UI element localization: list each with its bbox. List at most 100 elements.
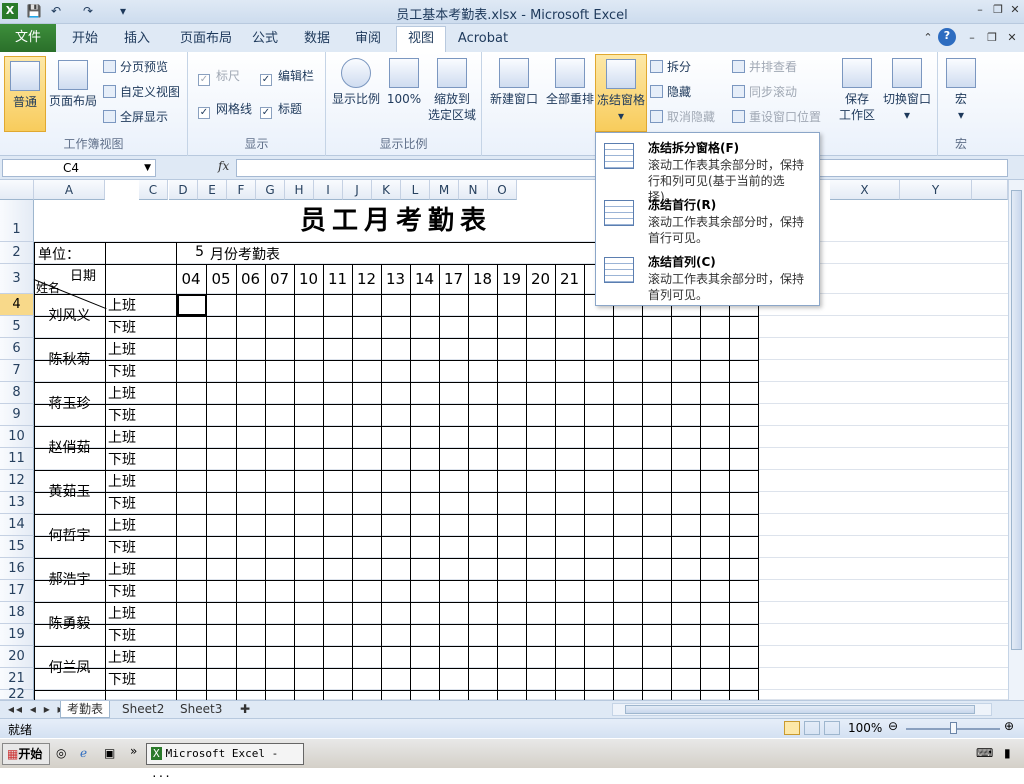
row-header-20[interactable]: 20 <box>0 646 34 668</box>
tab-data[interactable]: 数据 <box>295 29 339 52</box>
close-icon[interactable]: ✕ <box>1007 2 1023 18</box>
browser-icon[interactable]: ℯ <box>80 746 87 760</box>
zoom-100-button[interactable]: 100% <box>384 58 424 107</box>
zoom-level[interactable]: 100% <box>848 721 882 735</box>
horizontal-scroll-thumb[interactable] <box>625 705 975 714</box>
row-header-15[interactable]: 15 <box>0 536 34 558</box>
insert-sheet-icon[interactable]: ✚ <box>234 701 256 718</box>
row-header-13[interactable]: 13 <box>0 492 34 514</box>
zoom-selection-button[interactable]: 缩放到 选定区域 <box>424 58 480 123</box>
row-header-16[interactable]: 16 <box>0 558 34 580</box>
row-header-8[interactable]: 8 <box>0 382 34 404</box>
column-header-o[interactable]: O <box>488 180 517 200</box>
save-workspace-button[interactable]: 保存 工作区 <box>832 58 882 123</box>
unhide-button[interactable]: 取消隐藏 <box>650 108 715 126</box>
custom-views-button[interactable]: 自定义视图 <box>103 83 180 101</box>
tab-home[interactable]: 开始 <box>60 29 110 52</box>
full-screen-button[interactable]: 全屏显示 <box>103 108 168 126</box>
freeze-top-row-menu-item[interactable]: 冻结首行(R) 滚动工作表其余部分时，保持首行可见。 <box>596 192 819 249</box>
row-header-3[interactable]: 3 <box>0 264 34 294</box>
tab-acrobat[interactable]: Acrobat <box>452 29 514 52</box>
row-header-22[interactable]: 22 <box>0 688 34 700</box>
column-header-c[interactable]: C <box>139 180 168 200</box>
split-button[interactable]: 拆分 <box>650 58 691 76</box>
vertical-scrollbar[interactable] <box>1008 180 1024 700</box>
ie-icon[interactable]: ◎ <box>56 746 66 760</box>
row-header-2[interactable]: 2 <box>0 242 34 264</box>
row-header-9[interactable]: 9 <box>0 404 34 426</box>
gridlines-checkbox[interactable]: ✓ 网格线 <box>198 100 252 119</box>
formula-bar-checkbox[interactable]: ✓ 编辑栏 <box>260 67 314 86</box>
side-by-side-button[interactable]: 并排查看 <box>732 58 797 76</box>
page-break-preview-button[interactable]: 分页预览 <box>103 58 168 76</box>
row-header-5[interactable]: 5 <box>0 316 34 338</box>
zoom-out-icon[interactable]: ⊖ <box>888 719 898 733</box>
reset-position-button[interactable]: 重设窗口位置 <box>732 108 821 126</box>
row-header-12[interactable]: 12 <box>0 470 34 492</box>
column-header-n[interactable]: N <box>459 180 488 200</box>
headings-checkbox[interactable]: ✓ 标题 <box>260 100 302 119</box>
minimize-icon[interactable]: – <box>972 2 988 18</box>
column-header-l[interactable]: L <box>401 180 430 200</box>
tab-page-layout[interactable]: 页面布局 <box>168 29 244 52</box>
freeze-panes-button[interactable]: 冻结窗格 ▾ <box>595 54 647 132</box>
row-header-10[interactable]: 10 <box>0 426 34 448</box>
row-header-17[interactable]: 17 <box>0 580 34 602</box>
select-all-corner[interactable] <box>0 180 34 200</box>
taskbar-excel-item[interactable]: X Microsoft Excel - ... <box>146 743 304 780</box>
zoom-in-icon[interactable]: ⊕ <box>1004 719 1014 733</box>
tray-icon[interactable]: ▮ <box>1004 746 1011 760</box>
name-box-dropdown-icon[interactable]: ▼ <box>144 160 151 176</box>
tab-view[interactable]: 视图 <box>396 26 446 52</box>
collapse-ribbon-icon[interactable]: ⌃ <box>920 30 936 46</box>
page-layout-status-icon[interactable] <box>804 721 820 735</box>
freeze-panes-menu-item[interactable]: 冻结拆分窗格(F) 滚动工作表其余部分时，保持行和列可见(基于当前的选择)。 <box>596 135 819 204</box>
column-header-y[interactable]: Y <box>900 180 972 200</box>
tab-file[interactable]: 文件 <box>0 24 56 52</box>
switch-windows-button[interactable]: 切换窗口 ▾ <box>880 58 934 123</box>
row-header-7[interactable]: 7 <box>0 360 34 382</box>
wb-restore-icon[interactable]: ❐ <box>984 30 1000 46</box>
hide-button[interactable]: 隐藏 <box>650 83 691 101</box>
column-header-j[interactable]: J <box>343 180 372 200</box>
column-header-d[interactable]: D <box>169 180 198 200</box>
wb-close-icon[interactable]: ✕ <box>1004 30 1020 46</box>
column-header-h[interactable]: H <box>285 180 314 200</box>
normal-view-button[interactable]: 普通 <box>4 56 46 132</box>
tab-review[interactable]: 审阅 <box>346 29 390 52</box>
column-header-g[interactable]: G <box>256 180 285 200</box>
selected-cell-c4[interactable] <box>177 294 207 316</box>
sheet-tab-attendance[interactable]: 考勤表 <box>60 701 111 718</box>
insert-function-icon[interactable]: fx <box>218 159 229 173</box>
sheet-tab-sheet2[interactable]: Sheet2 <box>116 701 170 718</box>
row-header-4[interactable]: 4 <box>0 294 34 316</box>
ruler-checkbox[interactable]: ✓ 标尺 <box>198 67 240 86</box>
wb-minimize-icon[interactable]: – <box>964 30 980 46</box>
row-header-6[interactable]: 6 <box>0 338 34 360</box>
help-icon[interactable]: ? <box>938 28 956 46</box>
page-layout-view-button[interactable]: 页面布局 <box>48 60 98 109</box>
column-header-x[interactable]: X <box>830 180 900 200</box>
column-header-i[interactable]: I <box>314 180 343 200</box>
column-header-a[interactable]: A <box>34 180 105 200</box>
zoom-slider-thumb[interactable] <box>950 722 957 734</box>
worksheet-grid[interactable]: ABCDEFGHIJKLMNOAXY1234567891011121314151… <box>0 180 1008 700</box>
new-window-button[interactable]: 新建窗口 <box>486 58 542 107</box>
column-header-f[interactable]: F <box>227 180 256 200</box>
zoom-button[interactable]: 显示比例 <box>330 58 382 107</box>
freeze-first-column-menu-item[interactable]: 冻结首列(C) 滚动工作表其余部分时，保持首列可见。 <box>596 249 819 306</box>
tab-insert[interactable]: 插入 <box>112 29 162 52</box>
arrange-all-button[interactable]: 全部重排 <box>542 58 598 107</box>
normal-view-status-icon[interactable] <box>784 721 800 735</box>
row-header-19[interactable]: 19 <box>0 624 34 646</box>
start-button[interactable]: ▦开始 <box>2 743 50 765</box>
row-header-18[interactable]: 18 <box>0 602 34 624</box>
sheet-tab-sheet3[interactable]: Sheet3 <box>174 701 228 718</box>
horizontal-scrollbar[interactable] <box>612 703 992 716</box>
restore-icon[interactable]: ❐ <box>990 2 1006 18</box>
keyboard-icon[interactable]: ⌨ <box>976 746 993 760</box>
macros-button[interactable]: 宏 ▾ <box>944 58 978 123</box>
name-box[interactable]: C4 ▼ <box>2 159 156 177</box>
sync-scroll-button[interactable]: 同步滚动 <box>732 83 797 101</box>
expand-quicklaunch-icon[interactable]: » <box>130 744 137 758</box>
